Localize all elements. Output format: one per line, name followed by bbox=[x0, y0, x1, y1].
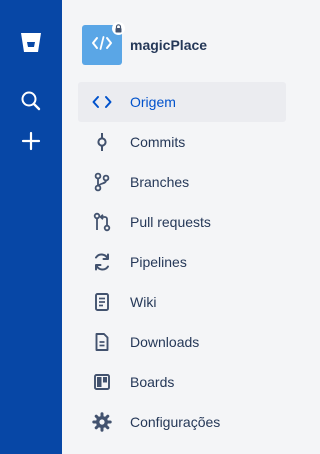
nav-item-label: Branches bbox=[130, 174, 190, 190]
code-icon bbox=[90, 90, 114, 114]
nav-item-pull-requests[interactable]: Pull requests bbox=[78, 202, 286, 242]
settings-icon bbox=[90, 410, 114, 434]
bitbucket-logo-icon[interactable] bbox=[0, 26, 62, 60]
repo-header[interactable]: magicPlace bbox=[82, 22, 207, 66]
nav-item-origem[interactable]: Origem bbox=[78, 82, 286, 122]
nav-item-branches[interactable]: Branches bbox=[78, 162, 286, 202]
plus-icon[interactable] bbox=[0, 124, 62, 158]
nav-item-downloads[interactable]: Downloads bbox=[78, 322, 286, 362]
pull-request-icon bbox=[90, 210, 114, 234]
commit-icon bbox=[90, 130, 114, 154]
wiki-icon bbox=[90, 290, 114, 314]
code-icon bbox=[91, 35, 113, 56]
search-icon[interactable] bbox=[0, 84, 62, 118]
nav-item-label: Configurações bbox=[130, 414, 221, 430]
nav-item-label: Boards bbox=[130, 374, 175, 390]
downloads-icon bbox=[90, 330, 114, 354]
nav-item-label: Downloads bbox=[130, 334, 200, 350]
boards-icon bbox=[90, 370, 114, 394]
repo-name[interactable]: magicPlace bbox=[130, 37, 207, 53]
lock-icon bbox=[112, 22, 125, 35]
nav-item-label: Commits bbox=[130, 134, 186, 150]
nav-item-boards[interactable]: Boards bbox=[78, 362, 286, 402]
nav-item-label: Pull requests bbox=[130, 214, 211, 230]
nav-item-label: Pipelines bbox=[130, 254, 187, 270]
global-navigation bbox=[0, 0, 62, 454]
nav-item-configuracoes[interactable]: Configurações bbox=[78, 402, 286, 442]
nav-item-wiki[interactable]: Wiki bbox=[78, 282, 286, 322]
nav-item-label: Origem bbox=[130, 94, 176, 110]
repo-navigation: Origem Commits Branches Pull requests Pi… bbox=[78, 82, 286, 442]
nav-item-label: Wiki bbox=[130, 294, 157, 310]
repo-avatar[interactable] bbox=[82, 22, 125, 65]
pipelines-icon bbox=[90, 250, 114, 274]
nav-item-commits[interactable]: Commits bbox=[78, 122, 286, 162]
nav-item-pipelines[interactable]: Pipelines bbox=[78, 242, 286, 282]
repository-sidebar: magicPlace Origem Commits Branches Pull … bbox=[62, 0, 302, 454]
branch-icon bbox=[90, 170, 114, 194]
